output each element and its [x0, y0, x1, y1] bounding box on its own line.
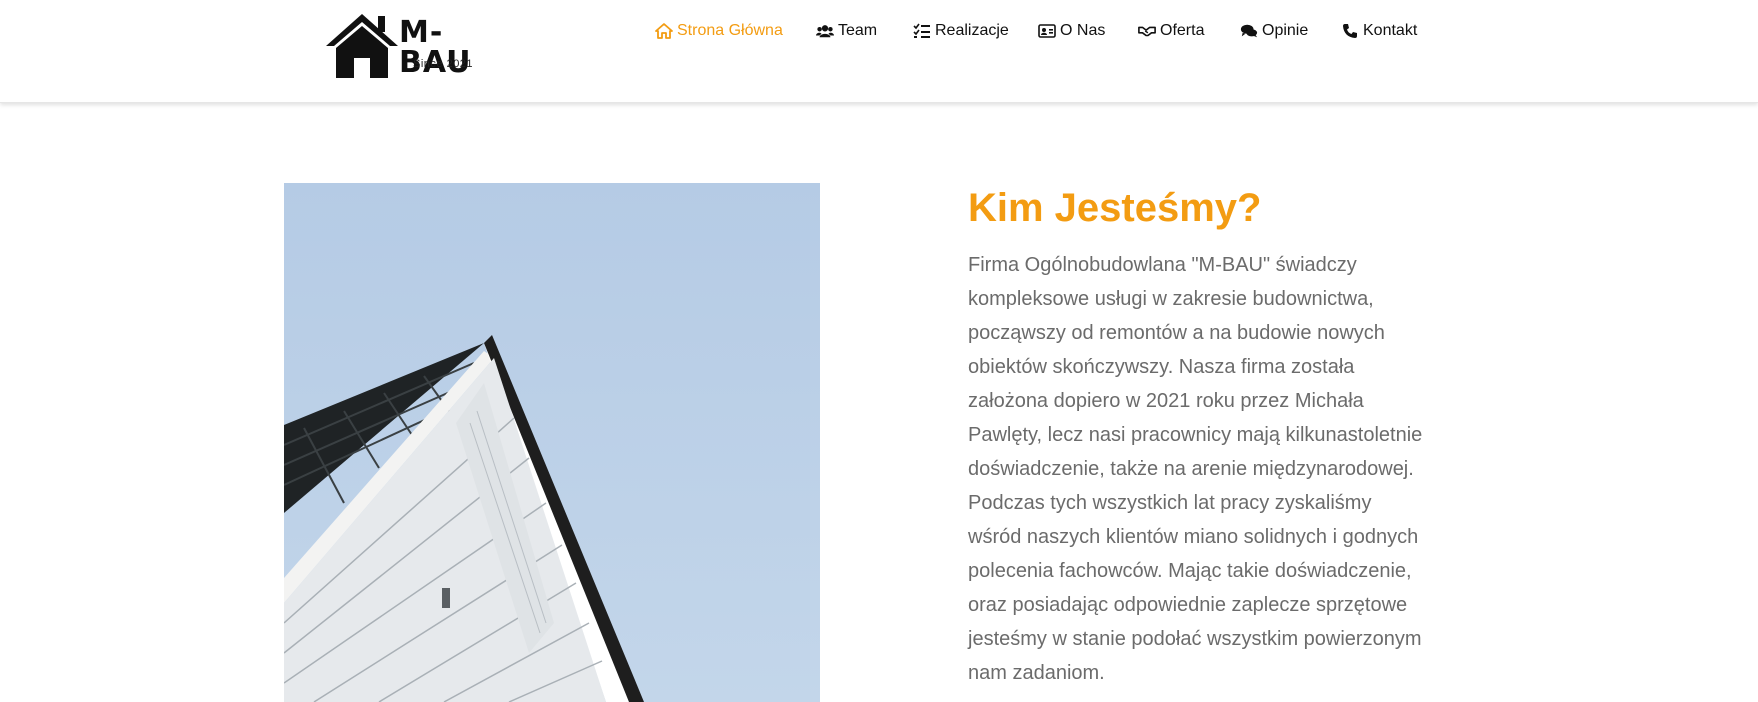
nav-item-realizacje[interactable]: Realizacje [913, 19, 1009, 43]
tasks-icon [913, 22, 931, 40]
id-card-icon [1038, 22, 1056, 40]
nav-item-oferta[interactable]: Oferta [1138, 19, 1204, 43]
nav-item-label: Realizacje [935, 22, 1009, 39]
nav-item-kontakt[interactable]: Kontakt [1341, 19, 1417, 43]
about-heading: Kim Jesteśmy? [968, 186, 1262, 230]
house-roof-photo [284, 183, 820, 702]
handshake-icon [1138, 22, 1156, 40]
nav-item-label: Strona Główna [677, 22, 783, 39]
nav-item-label: Kontakt [1363, 22, 1418, 39]
nav-item-strona-glowna[interactable]: Strona Główna [655, 19, 783, 43]
nav-item-opinie[interactable]: Opinie [1240, 19, 1308, 43]
site-header: M-BAU Since 2021 Strona Główna Team Real… [0, 0, 1758, 103]
nav-item-o-nas[interactable]: O Nas [1038, 19, 1105, 43]
phone-icon [1341, 22, 1359, 40]
nav-item-team[interactable]: Team [816, 19, 877, 43]
brand-since: Since 2021 [413, 58, 474, 70]
nav-item-label: Team [838, 22, 878, 39]
main-nav: Strona Główna Team Realizacje O Nas Ofer… [0, 19, 1758, 43]
nav-item-label: Oferta [1160, 22, 1205, 39]
users-icon [816, 22, 834, 40]
nav-item-label: O Nas [1060, 22, 1106, 39]
home-icon [655, 22, 673, 40]
comments-icon [1240, 22, 1258, 40]
about-paragraph: Firma Ogólnobudowlana "M-BAU" świadczy k… [968, 254, 1423, 684]
nav-item-label: Opinie [1262, 22, 1309, 39]
